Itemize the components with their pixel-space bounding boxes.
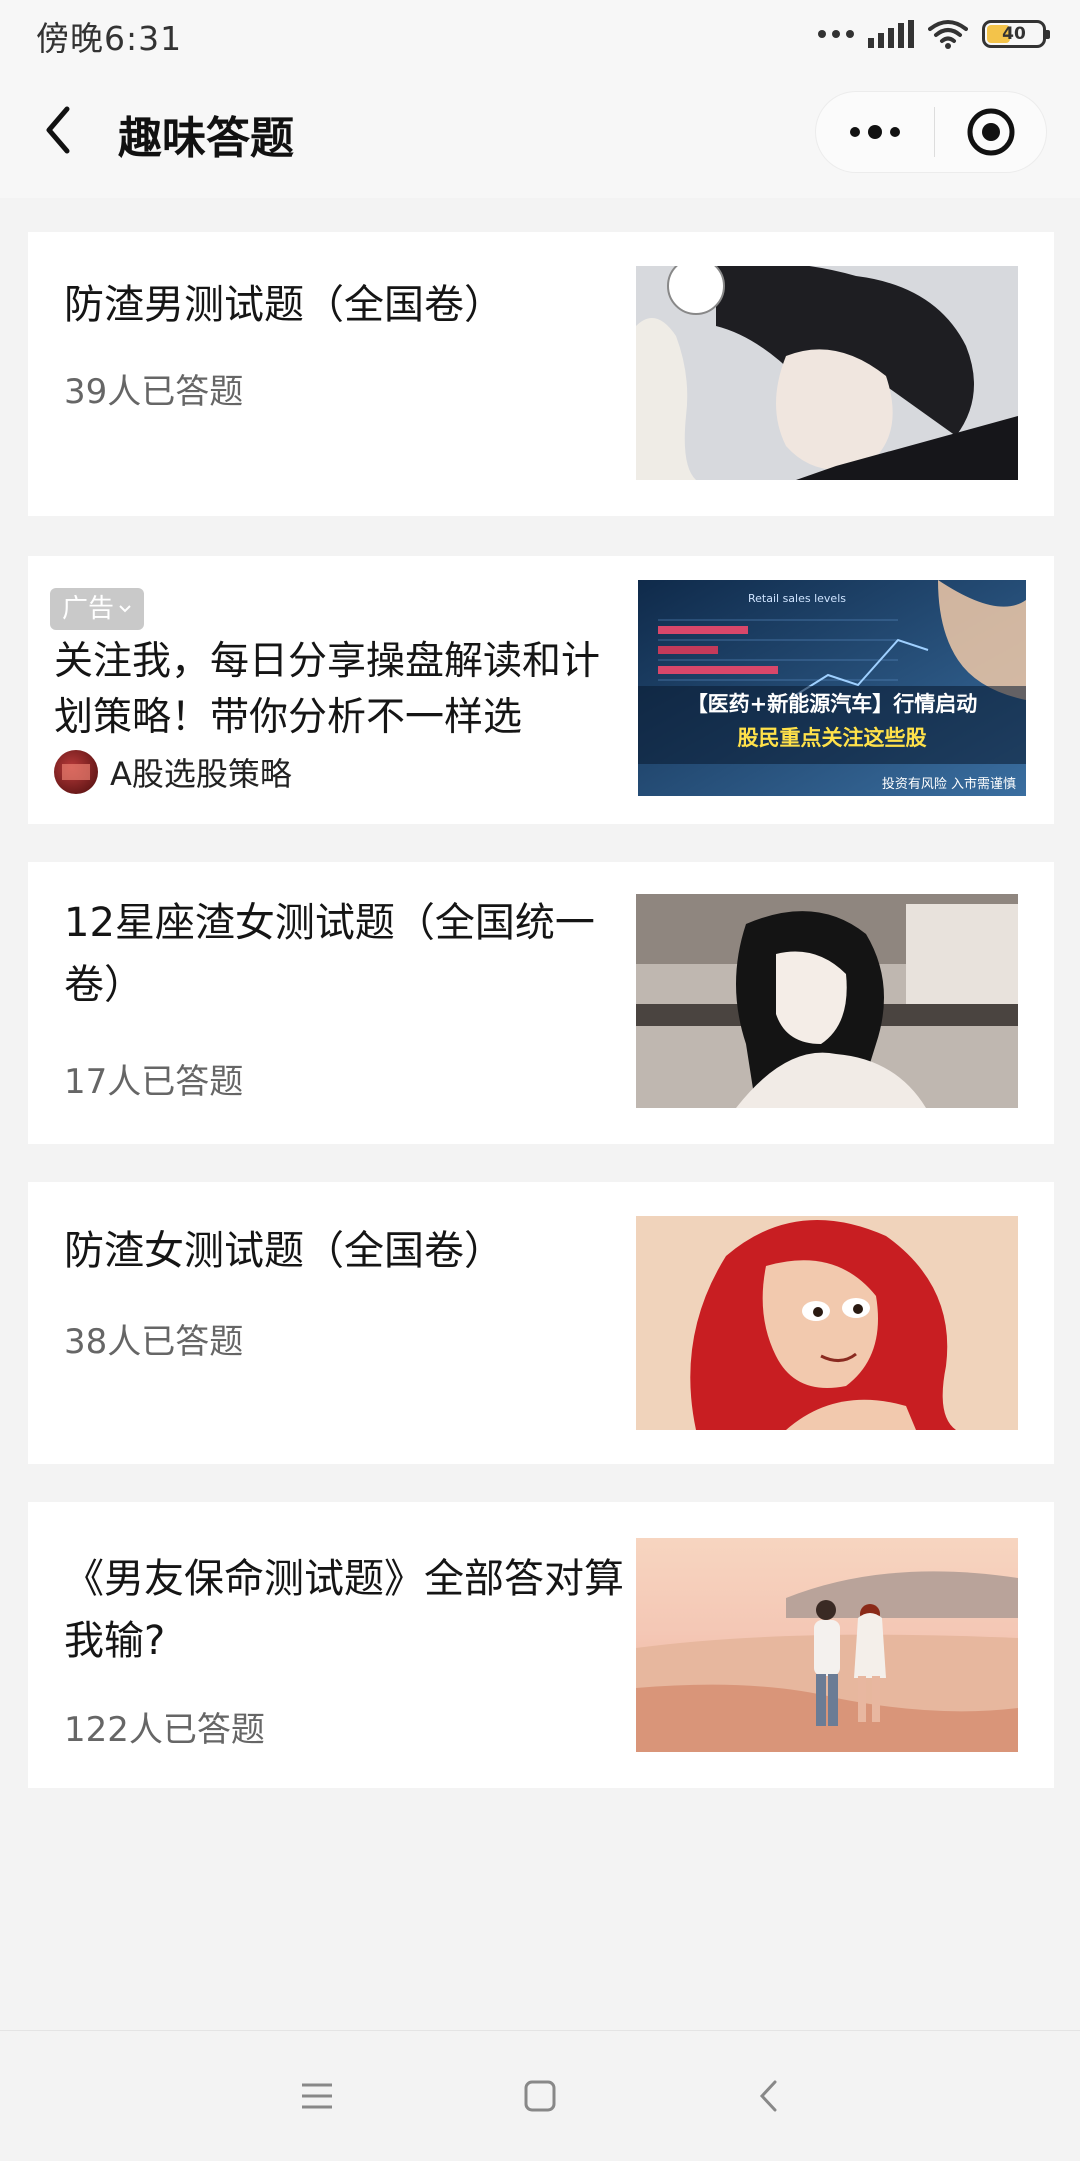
quiz-card[interactable]: 12星座渣女测试题（全国统一卷） 17人已答题 bbox=[28, 862, 1054, 1144]
status-bar: 傍晚6:31 40 bbox=[0, 0, 1080, 70]
ad-badge-label: 广告 bbox=[62, 594, 115, 624]
ad-brand: A股选股策略 bbox=[54, 748, 292, 796]
ad-badge[interactable]: 广告 bbox=[50, 588, 145, 630]
ad-image-disclaimer: 投资有风险 入市需谨慎 bbox=[882, 776, 1016, 792]
ad-chart-title: Retail sales levels bbox=[748, 592, 846, 605]
quiz-answer-count: 17人已答题 bbox=[64, 1062, 244, 1102]
quiz-title: 防渣男测试题（全国卷） bbox=[64, 282, 504, 328]
system-back-button[interactable] bbox=[738, 2066, 798, 2126]
chevron-left-icon bbox=[759, 2080, 777, 2112]
status-icons: 40 bbox=[818, 14, 1050, 54]
more-dots-icon bbox=[818, 30, 854, 38]
quiz-answer-count: 122人已答题 bbox=[64, 1710, 265, 1750]
ad-thumbnail: Retail sales levels 【医药+新能源汽车】行情启动 股民重点关… bbox=[638, 580, 1026, 796]
battery-icon: 40 bbox=[982, 20, 1050, 48]
back-button[interactable] bbox=[28, 100, 88, 160]
more-button[interactable] bbox=[816, 92, 934, 172]
brand-avatar bbox=[54, 750, 98, 794]
quiz-card[interactable]: 防渣女测试题（全国卷） 38人已答题 bbox=[28, 1182, 1054, 1464]
quiz-answer-count: 39人已答题 bbox=[64, 372, 244, 412]
signal-icon bbox=[868, 20, 914, 48]
quiz-thumbnail bbox=[636, 1538, 1018, 1752]
quiz-card[interactable]: 防渣男测试题（全国卷） 39人已答题 bbox=[28, 232, 1054, 516]
square-icon bbox=[524, 2080, 556, 2112]
quiz-title: 防渣女测试题（全国卷） bbox=[64, 1228, 504, 1274]
menu-icon bbox=[302, 2083, 332, 2109]
ad-brand-name: A股选股策略 bbox=[110, 755, 292, 793]
quiz-card[interactable]: 《男友保命测试题》全部答对算我输? 122人已答题 bbox=[28, 1502, 1054, 1788]
chevron-down-icon bbox=[119, 605, 131, 613]
quiz-answer-count: 38人已答题 bbox=[64, 1322, 244, 1362]
miniprogram-capsule bbox=[816, 92, 1046, 172]
quiz-thumbnail bbox=[636, 1216, 1018, 1430]
quiz-title: 12星座渣女测试题（全国统一卷） bbox=[64, 900, 595, 1008]
ad-title: 关注我，每日分享操盘解读和计划策略！带你分析不一样选 bbox=[54, 639, 601, 740]
page-title: 趣味答题 bbox=[118, 113, 294, 164]
home-button[interactable] bbox=[510, 2066, 570, 2126]
target-close-icon bbox=[967, 108, 1014, 156]
chevron-left-icon bbox=[46, 106, 70, 154]
wifi-icon bbox=[928, 20, 968, 49]
ad-image-caption-2: 股民重点关注这些股 bbox=[738, 726, 927, 750]
quiz-title: 《男友保命测试题》全部答对算我输? bbox=[64, 1556, 624, 1664]
status-time: 傍晚6:31 bbox=[36, 19, 183, 58]
ad-card[interactable]: 广告 关注我，每日分享操盘解读和计划策略！带你分析不一样选 A股选股策略 Ret… bbox=[28, 556, 1054, 824]
quiz-thumbnail bbox=[636, 266, 1018, 480]
close-miniprogram-button[interactable] bbox=[935, 92, 1046, 172]
system-nav-bar bbox=[0, 2030, 1080, 2161]
nav-bar: 趣味答题 bbox=[0, 70, 1080, 198]
quiz-thumbnail bbox=[636, 894, 1018, 1108]
ad-image-caption-1: 【医药+新能源汽车】行情启动 bbox=[687, 692, 978, 716]
recent-apps-button[interactable] bbox=[287, 2066, 347, 2126]
